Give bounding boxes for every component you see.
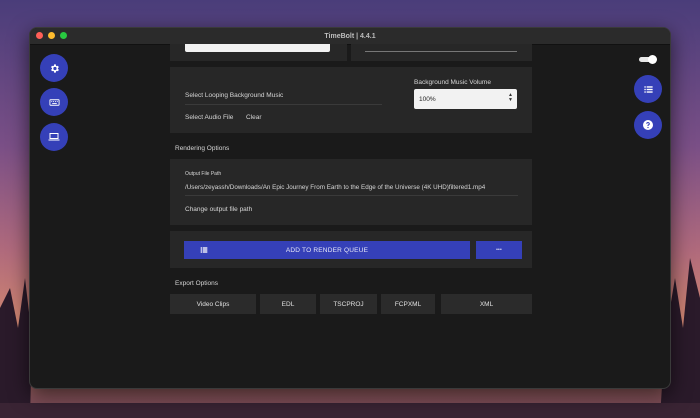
app-window: TimeBolt | 4.4.1 Select Looping Backgrou… bbox=[29, 27, 671, 389]
updown-arrows-icon: ▲ ▼ bbox=[508, 92, 513, 103]
zoom-window-button[interactable] bbox=[60, 32, 67, 39]
gear-icon bbox=[50, 63, 59, 73]
add-to-render-queue-label: ADD TO RENDER QUEUE bbox=[285, 246, 369, 254]
export-options-heading: Export Options bbox=[175, 280, 218, 287]
music-divider bbox=[185, 104, 382, 105]
volume-value: 100% bbox=[419, 95, 436, 103]
more-options-label: ••• bbox=[496, 247, 502, 253]
change-output-path-button[interactable]: Change output file path bbox=[185, 206, 252, 213]
output-file-path-value: /Users/zeyassh/Downloads/An Epic Journey… bbox=[185, 184, 486, 191]
export-tscproj-button[interactable]: TSCPROJ bbox=[320, 294, 377, 314]
more-options-button[interactable]: ••• bbox=[476, 241, 522, 259]
computer-button[interactable] bbox=[40, 123, 68, 151]
queue-list-button[interactable] bbox=[634, 75, 662, 103]
top-right-panel bbox=[351, 44, 532, 61]
export-video-clips-label: Video Clips bbox=[196, 300, 230, 308]
volume-label: Background Music Volume bbox=[414, 79, 491, 86]
render-queue-panel: ADD TO RENDER QUEUE ••• bbox=[170, 231, 532, 268]
settings-button[interactable] bbox=[40, 54, 68, 82]
keyboard-icon bbox=[48, 98, 60, 106]
minimize-window-button[interactable] bbox=[48, 32, 55, 39]
export-fcpxml-button[interactable]: FCPXML bbox=[381, 294, 435, 314]
title-bar: TimeBolt | 4.4.1 bbox=[30, 28, 670, 45]
close-window-button[interactable] bbox=[36, 32, 43, 39]
add-to-render-queue-button[interactable]: ADD TO RENDER QUEUE bbox=[184, 241, 470, 259]
output-file-path-label: Output File Path bbox=[185, 171, 222, 177]
export-xml-label: XML bbox=[479, 300, 494, 308]
volume-select[interactable]: 100% ▲ ▼ bbox=[414, 89, 517, 109]
window-title: TimeBolt | 4.4.1 bbox=[324, 32, 376, 40]
toggle-knob bbox=[648, 55, 657, 64]
export-video-clips-button[interactable]: Video Clips bbox=[170, 294, 256, 314]
export-edl-label: EDL bbox=[281, 300, 295, 308]
background-music-panel: Select Looping Background Music Backgrou… bbox=[170, 67, 532, 133]
help-icon bbox=[643, 120, 653, 130]
output-path-panel: Output File Path /Users/zeyassh/Download… bbox=[170, 159, 532, 225]
list-icon bbox=[643, 85, 653, 93]
keyboard-shortcuts-button[interactable] bbox=[40, 88, 68, 116]
laptop-icon bbox=[48, 133, 60, 141]
theme-toggle[interactable] bbox=[639, 55, 657, 64]
top-slider-line[interactable] bbox=[365, 51, 517, 52]
clear-button[interactable]: Clear bbox=[246, 114, 262, 121]
select-music-label: Select Looping Background Music bbox=[185, 92, 284, 99]
export-fcpxml-label: FCPXML bbox=[394, 300, 422, 308]
help-button[interactable] bbox=[634, 111, 662, 139]
export-tscproj-label: TSCPROJ bbox=[333, 300, 364, 308]
top-left-panel bbox=[170, 44, 347, 61]
rendering-options-heading: Rendering Options bbox=[175, 145, 230, 152]
list-icon bbox=[200, 247, 208, 253]
export-edl-button[interactable]: EDL bbox=[260, 294, 316, 314]
output-path-underline bbox=[185, 195, 518, 196]
export-xml-button[interactable]: XML bbox=[441, 294, 532, 314]
top-input-field[interactable] bbox=[185, 44, 330, 52]
select-audio-file-button[interactable]: Select Audio File bbox=[185, 114, 233, 121]
window-controls bbox=[36, 32, 67, 39]
